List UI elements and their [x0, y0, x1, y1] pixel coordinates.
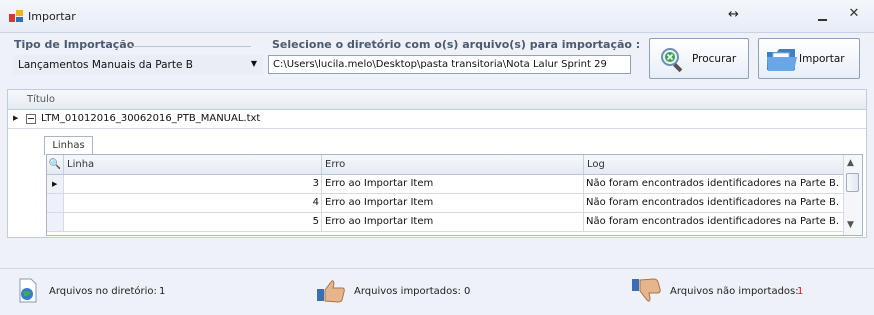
divider: [0, 268, 874, 269]
tipo-importacao-select[interactable]: Lançamentos Manuais da Parte B ▼: [13, 55, 263, 75]
table-row[interactable]: ▶ LTM_01012016_30062016_PTB_MANUAL.txt: [8, 110, 866, 129]
cell-log: Não foram encontrados identificadores na…: [584, 213, 844, 231]
thumbs-down-icon: [632, 278, 661, 302]
row-indicator: [47, 213, 64, 231]
grid-header: Título: [8, 90, 866, 110]
file-name: LTM_01012016_30062016_PTB_MANUAL.txt: [41, 113, 261, 124]
current-row-icon: ▶: [47, 175, 64, 193]
files-imported-label: Arquivos importados: 0: [354, 286, 471, 297]
column-header-erro[interactable]: Erro: [322, 155, 584, 174]
close-button[interactable]: ✕: [842, 4, 866, 24]
minimize-button[interactable]: [810, 8, 834, 24]
current-row-icon: ▶: [13, 114, 19, 122]
app-icon: [9, 10, 23, 22]
scroll-down-icon[interactable]: ▼: [847, 220, 854, 230]
lines-grid-header: 🔍 Linha Erro Log: [47, 155, 844, 175]
column-header-titulo[interactable]: Título: [27, 94, 55, 105]
column-header-linha[interactable]: Linha: [64, 155, 322, 174]
procurar-button[interactable]: Procurar: [649, 38, 749, 79]
cell-linha: 3: [64, 175, 322, 193]
files-not-imported-count: 1: [797, 286, 804, 297]
cell-erro: Erro ao Importar Item: [322, 175, 584, 193]
scroll-thumb[interactable]: [846, 173, 859, 192]
divider: [131, 46, 251, 47]
thumbs-up-icon: [317, 280, 345, 303]
procurar-label: Procurar: [692, 53, 737, 65]
row-indicator: [47, 194, 64, 212]
table-row[interactable]: 5 Erro ao Importar Item Não foram encont…: [47, 213, 844, 232]
cell-log: Não foram encontrados identificadores na…: [584, 194, 844, 212]
table-row[interactable]: ▶ 3 Erro ao Importar Item Não foram enco…: [47, 175, 844, 194]
dropdown-arrow-icon[interactable]: ▼: [251, 59, 257, 68]
window-title: Importar: [28, 10, 76, 23]
files-in-directory-label: Arquivos no diretório:: [49, 286, 157, 297]
tab-linhas[interactable]: Linhas: [44, 136, 93, 155]
tipo-importacao-label: Tipo de Importação: [14, 38, 135, 51]
lines-grid: 🔍 Linha Erro Log ▶ 3 Erro ao Importar It…: [46, 154, 863, 236]
folder-icon: [767, 49, 797, 71]
title-bar: Importar ↔ ✕: [0, 0, 874, 33]
cell-log: Não foram encontrados identificadores na…: [584, 175, 844, 193]
row-filter-icon[interactable]: 🔍: [47, 155, 64, 174]
files-not-imported-label: Arquivos não importados:: [670, 286, 799, 297]
directory-label: Selecione o diretório com o(s) arquivo(s…: [272, 38, 641, 51]
scroll-up-icon[interactable]: ▲: [847, 158, 854, 168]
importar-label: Importar: [799, 53, 845, 65]
files-in-directory-count: 1: [159, 286, 166, 297]
vertical-scrollbar[interactable]: ▲ ▼: [843, 155, 862, 235]
cell-linha: 5: [64, 213, 322, 231]
column-header-log[interactable]: Log: [584, 155, 844, 174]
search-icon: [661, 48, 683, 73]
cell-erro: Erro ao Importar Item: [322, 213, 584, 231]
tipo-importacao-value: Lançamentos Manuais da Parte B: [18, 59, 193, 71]
table-row[interactable]: 4 Erro ao Importar Item Não foram encont…: [47, 194, 844, 213]
document-globe-icon: [19, 278, 37, 303]
cell-linha: 4: [64, 194, 322, 212]
directory-input[interactable]: [268, 55, 631, 74]
resize-icon[interactable]: ↔: [728, 7, 739, 22]
cell-erro: Erro ao Importar Item: [322, 194, 584, 212]
collapse-icon[interactable]: [26, 114, 36, 124]
files-grid: Título ▶ LTM_01012016_30062016_PTB_MANUA…: [7, 89, 867, 238]
importar-button[interactable]: Importar: [758, 38, 860, 79]
